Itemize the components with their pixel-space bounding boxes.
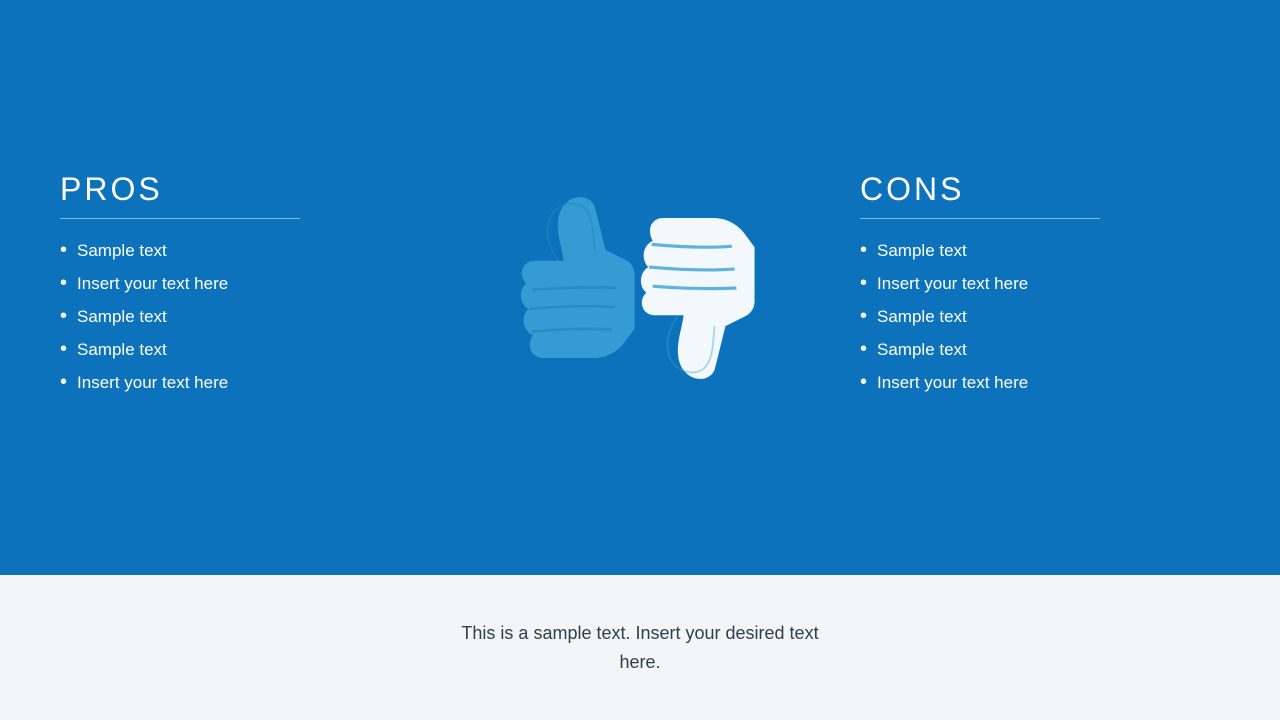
list-item[interactable]: Sample text (60, 338, 420, 361)
thumbs-down-icon (620, 188, 780, 388)
list-item[interactable]: Insert your text here (860, 272, 1028, 295)
list-item[interactable]: Sample text (60, 239, 420, 262)
list-item[interactable]: Sample text (860, 338, 1028, 361)
center-icons (460, 188, 820, 388)
pros-title: PROS (60, 171, 420, 208)
pros-divider (60, 218, 300, 219)
cons-list: Sample text Insert your text here Sample… (860, 239, 1028, 404)
list-item[interactable]: Sample text (860, 239, 1028, 262)
pros-list: Sample text Insert your text here Sample… (60, 239, 420, 394)
cons-title: CONS (860, 171, 964, 208)
list-item[interactable]: Insert your text here (60, 272, 420, 295)
list-item[interactable]: Sample text (60, 305, 420, 328)
pros-panel: PROS Sample text Insert your text here S… (60, 171, 420, 404)
main-section: PROS Sample text Insert your text here S… (0, 0, 1280, 575)
cons-divider (860, 218, 1100, 219)
cons-panel: CONS Sample text Insert your text here S… (860, 171, 1220, 404)
footer-section: This is a sample text. Insert your desir… (0, 575, 1280, 720)
list-item[interactable]: Insert your text here (60, 371, 420, 394)
list-item[interactable]: Insert your text here (860, 371, 1028, 394)
list-item[interactable]: Sample text (860, 305, 1028, 328)
footer-text[interactable]: This is a sample text. Insert your desir… (440, 619, 840, 677)
